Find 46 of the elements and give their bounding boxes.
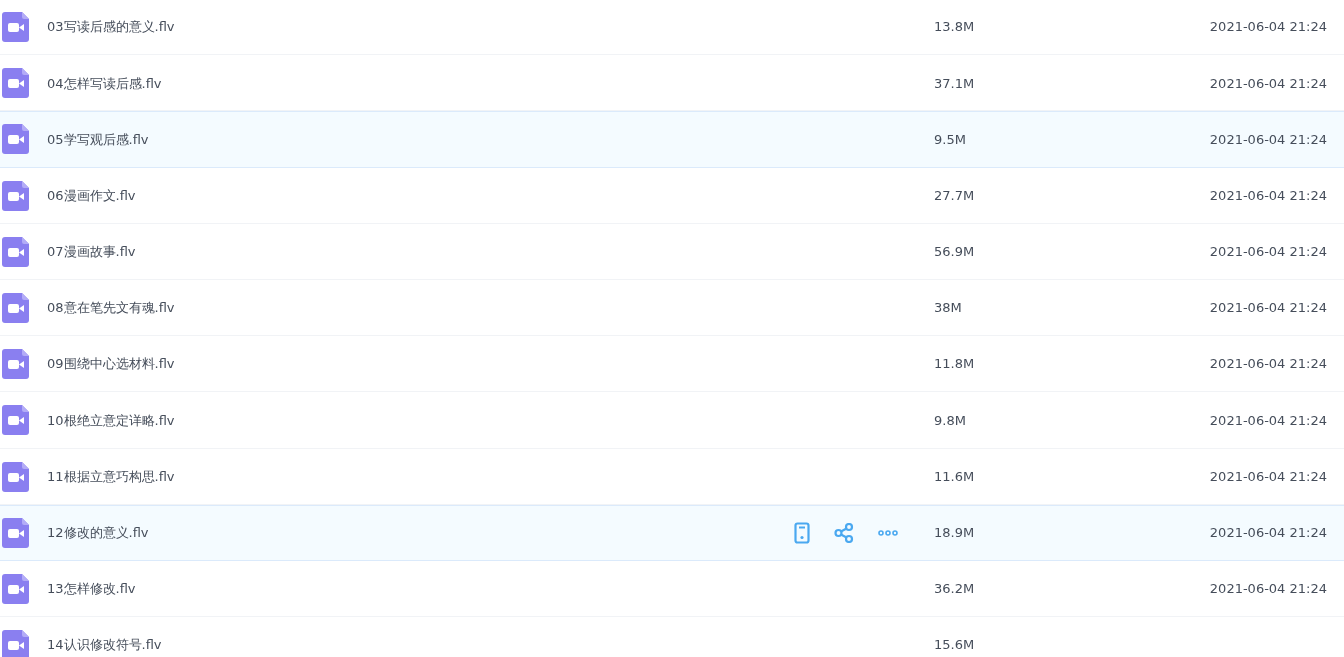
file-size: 11.6M [934,468,975,484]
file-row[interactable]: 13怎样修改.flv 36.2M 2021-06-04 21:24 [0,560,1344,618]
modified-date: 2021-06-04 21:24 [1209,300,1327,316]
modified-date: 2021-06-04 21:24 [1209,244,1327,260]
file-name[interactable]: 13怎样修改.flv [47,579,136,599]
file-size: 15.6M [934,637,975,653]
file-name[interactable]: 07漫画故事.flv [47,242,136,262]
file-name[interactable]: 09围绕中心选材料.flv [47,354,175,374]
file-name[interactable]: 11根据立意巧构思.flv [47,466,175,487]
modified-date: 2021-06-04 21:24 [1209,75,1327,91]
modified-date: 2021-06-04 21:24 [1209,525,1327,541]
file-name[interactable]: 10根绝立意定详略.flv [47,410,175,431]
file-size: 13.8M [934,19,975,35]
file-size: 9.8M [934,412,966,428]
file-name[interactable]: 12修改的意义.flv [47,523,149,543]
file-size: 9.5M [934,131,966,147]
file-name[interactable]: 14认识修改符号.flv [47,635,162,655]
file-row[interactable]: 10根绝立意定详略.flv 9.8M 2021-06-04 21:24 [0,392,1344,449]
file-row[interactable]: 07漫画故事.flv 56.9M 2021-06-04 21:24 [0,223,1344,280]
file-name[interactable]: 06漫画作文.flv [47,185,136,206]
file-name[interactable]: 03写读后感的意义.flv [47,17,175,37]
file-row[interactable]: 05学写观后感.flv 9.5M 2021-06-04 21:24 [0,111,1344,168]
file-size: 11.8M [934,356,975,372]
modified-date: 2021-06-04 21:24 [1209,581,1327,597]
file-row[interactable]: 12修改的意义.flv 18.9M 2021-06-04 21:24 [0,504,1344,561]
modified-date: 2021-06-04 21:24 [1209,356,1327,372]
file-row[interactable]: 08意在笔先文有魂.flv 38M 2021-06-04 21:24 [0,279,1344,337]
file-row[interactable]: 03写读后感的意义.flv 13.8M 2021-06-04 21:24 [0,0,1344,56]
modified-date: 2021-06-04 21:24 [1209,187,1327,203]
modified-date: 2021-06-04 21:24 [1209,19,1327,35]
file-size: 56.9M [934,244,975,260]
file-name[interactable]: 04怎样写读后感.flv [47,73,162,94]
file-size: 18.9M [934,525,975,541]
file-row[interactable]: 06漫画作文.flv 27.7M 2021-06-04 21:24 [0,167,1344,224]
file-row[interactable]: 14认识修改符号.flv 15.6M [0,617,1344,657]
modified-date: 2021-06-04 21:24 [1209,131,1327,147]
file-size: 27.7M [934,187,975,203]
file-row[interactable]: 09围绕中心选材料.flv 11.8M 2021-06-04 21:24 [0,336,1344,393]
file-name[interactable]: 05学写观后感.flv [47,129,149,150]
file-size: 37.1M [934,75,975,91]
modified-date: 2021-06-04 21:24 [1209,468,1327,484]
file-row[interactable]: 11根据立意巧构思.flv 11.6M 2021-06-04 21:24 [0,448,1344,505]
file-size: 36.2M [934,581,975,597]
file-size: 38M [934,300,962,316]
file-name[interactable]: 08意在笔先文有魂.flv [47,298,175,318]
modified-date: 2021-06-04 21:24 [1209,412,1327,428]
